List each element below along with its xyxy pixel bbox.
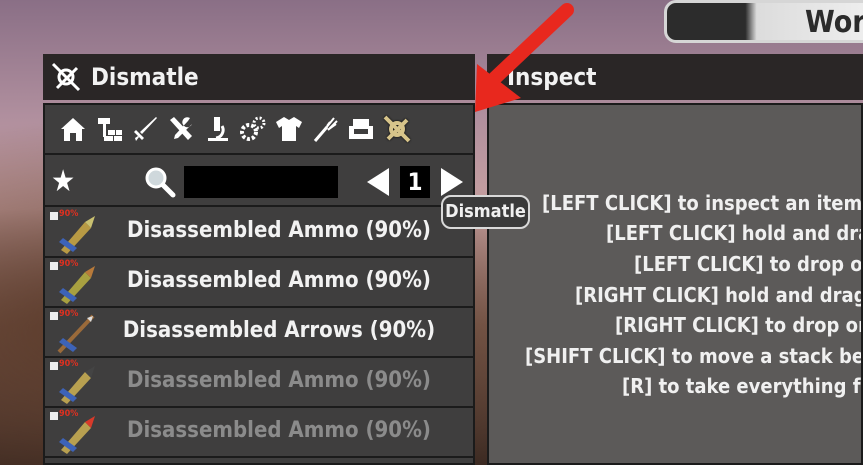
list-item-label: Disassembled Arrows (90%) (122, 318, 436, 343)
dismantle-icon (51, 62, 81, 92)
fork-icon (313, 117, 338, 142)
category-parts[interactable] (235, 111, 271, 147)
dismantle-panel-header: Dismatle (43, 54, 475, 100)
list-item-label: Disassembled Ammo (90%) (127, 368, 431, 393)
list-item-label: Disassembled Ammo (90%) (127, 268, 431, 293)
dismantle-panel-title: Dismatle (91, 63, 199, 91)
category-building[interactable] (91, 111, 127, 147)
page-prev-arrow-icon[interactable] (367, 168, 389, 196)
microscope-icon (208, 117, 228, 141)
list-item[interactable]: 90% Disassembled Ammo (90%) (45, 258, 473, 308)
search-input[interactable] (184, 166, 338, 198)
category-weapons[interactable] (127, 111, 163, 147)
search-icon[interactable] (143, 165, 177, 199)
dismantle-panel: ★ 1 90% Disassembled Ammo (90%) 90% Disa… (43, 103, 475, 465)
shirt-icon (276, 117, 302, 141)
category-clothing[interactable] (271, 111, 307, 147)
category-food[interactable] (307, 111, 343, 147)
pointer-arrow-icon (475, 3, 574, 112)
workbench-tab[interactable]: Work (664, 0, 863, 43)
category-home[interactable] (55, 111, 91, 147)
category-dismantle[interactable] (379, 111, 415, 147)
sword-icon (134, 117, 157, 141)
tools-icon (170, 117, 192, 140)
list-item-label: Disassembled Ammo (90%) (127, 418, 431, 443)
help-line: [R] to take everything fr (622, 374, 863, 398)
gears-icon (240, 116, 266, 141)
page-next-arrow-icon[interactable] (441, 168, 463, 196)
category-tooltip: Dismatle (441, 195, 530, 229)
dismantle-icon (383, 115, 411, 143)
list-item[interactable]: 90% Disassembled Arrows (90%) (45, 308, 473, 358)
help-line: [LEFT CLICK] to inspect an item, (542, 191, 863, 215)
category-tools[interactable] (163, 111, 199, 147)
filter-row: ★ 1 (45, 157, 473, 207)
help-line: [SHIFT CLICK] to move a stack bet (525, 344, 863, 368)
recipe-list: 90% Disassembled Ammo (90%) 90% Disassem… (45, 208, 473, 458)
workbench-tab-label: Work (805, 5, 863, 40)
list-item[interactable]: 90% Disassembled Ammo (90%) (45, 358, 473, 408)
category-science[interactable] (199, 111, 235, 147)
inspect-panel: [LEFT CLICK] to inspect an item, [LEFT C… (487, 103, 863, 465)
help-line: [RIGHT CLICK] hold and drag t (575, 283, 863, 307)
list-item[interactable]: 90% Disassembled Ammo (90%) (45, 208, 473, 258)
home-icon (61, 118, 85, 141)
list-item-label: Disassembled Ammo (90%) (127, 218, 431, 243)
help-line: [RIGHT CLICK] to drop on (615, 313, 863, 337)
hammer-bricks-icon (98, 118, 122, 141)
help-line: [LEFT CLICK] hold and drag (606, 221, 863, 245)
category-furniture[interactable] (343, 111, 379, 147)
favorites-star-icon[interactable]: ★ (51, 165, 75, 199)
category-bar (45, 105, 473, 155)
list-item[interactable]: 90% Disassembled Ammo (90%) (45, 408, 473, 458)
page-number: 1 (400, 166, 430, 198)
armchair-icon (349, 119, 373, 139)
help-line: [LEFT CLICK] to drop or (634, 252, 863, 276)
